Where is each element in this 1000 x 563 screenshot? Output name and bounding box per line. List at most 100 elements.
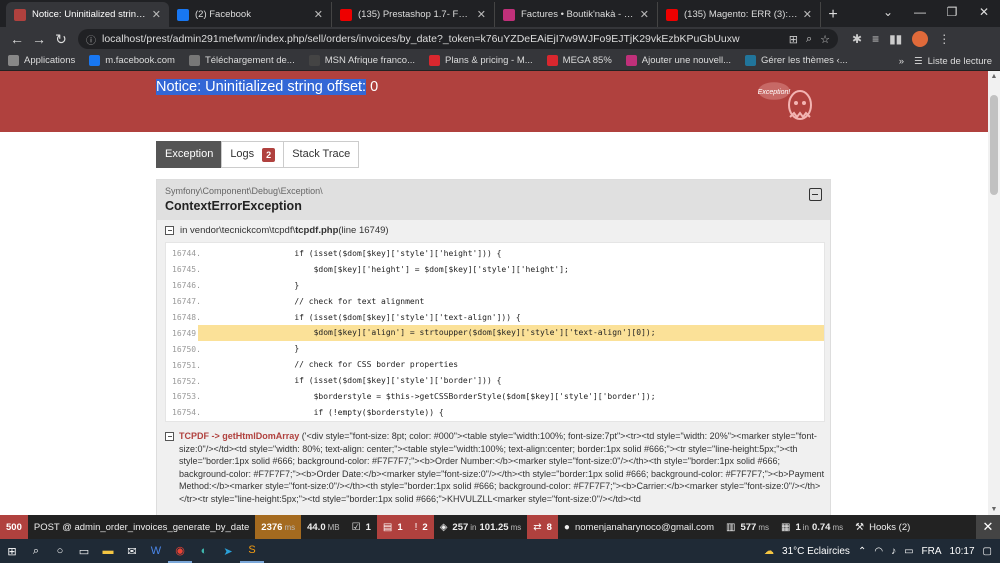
battery-icon[interactable]: ▭: [904, 546, 913, 557]
scroll-up-icon[interactable]: ▲: [988, 73, 1000, 80]
browser-tab[interactable]: Factures • Boutik'nakà - Serv ✕: [495, 2, 658, 27]
close-toolbar-icon[interactable]: ✕: [976, 515, 1000, 539]
bookmark-item[interactable]: Gérer les thèmes ‹...: [745, 55, 848, 66]
logs-count-badge: 2: [262, 147, 276, 162]
bookmark-item[interactable]: Ajouter une nouvell...: [625, 55, 731, 66]
close-tab-icon[interactable]: ✕: [152, 8, 161, 21]
close-tab-icon[interactable]: ✕: [640, 8, 649, 21]
sublime-icon[interactable]: S: [240, 539, 264, 563]
scroll-down-icon[interactable]: ▼: [988, 506, 1000, 513]
back-icon[interactable]: ←: [6, 31, 28, 47]
widgets-icon[interactable]: ▭: [72, 539, 96, 563]
symfony-debug-toolbar: 500 POST @ admin_order_invoices_generate…: [0, 515, 1000, 539]
profile-avatar[interactable]: [912, 31, 929, 47]
status-code[interactable]: 500: [0, 515, 28, 539]
facebook-icon: [89, 55, 101, 66]
menu-icon[interactable]: ⋮: [938, 32, 950, 46]
close-window-icon[interactable]: ✕: [968, 0, 1000, 27]
collapse-trace-entry-icon[interactable]: [165, 432, 174, 441]
bookmark-item[interactable]: Applications: [8, 55, 75, 66]
close-tab-icon[interactable]: ✕: [477, 8, 486, 21]
exception-tabs: Exception Logs 2 Stack Trace: [156, 141, 360, 168]
close-tab-icon[interactable]: ✕: [803, 8, 812, 21]
browser-tab-title: Factures • Boutik'nakà - Serv: [521, 9, 636, 20]
bookmark-item[interactable]: Plans & pricing - M...: [429, 55, 533, 66]
extensions-icon[interactable]: ✱: [852, 32, 862, 46]
trace-file-line: in vendor\tecnickcom\tcpdf\ tcpdf.php (li…: [165, 225, 389, 236]
translate-icon[interactable]: ⊞: [789, 33, 798, 46]
collapse-trace-icon[interactable]: [165, 226, 174, 235]
minimize-icon[interactable]: —: [904, 0, 936, 27]
errors-panel[interactable]: ! 2: [408, 515, 434, 539]
url-field[interactable]: ⓘ localhost/prest/admin291mefwmr/index.p…: [78, 29, 838, 49]
hooks-panel[interactable]: ⚒ Hooks (2): [849, 515, 916, 539]
restore-icon[interactable]: ❐: [936, 0, 968, 27]
windows-start-icon[interactable]: ⊞: [0, 539, 24, 563]
weather-text[interactable]: 31°C Eclaircies: [782, 546, 850, 557]
browser-tab-bar: Notice: Uninitialized string of ✕ (2) Face…: [0, 0, 1000, 27]
telegram-icon[interactable]: ➤: [216, 539, 240, 563]
task-view-icon[interactable]: ○: [48, 539, 72, 563]
close-tab-icon[interactable]: ✕: [314, 8, 323, 21]
browser-tab[interactable]: Notice: Uninitialized string of ✕: [6, 2, 169, 27]
code-line: 16747. // check for text alignment: [166, 294, 824, 310]
database-icon: ▦: [780, 521, 791, 533]
mail-icon[interactable]: ✉: [120, 539, 144, 563]
download-icon: [188, 55, 200, 66]
browser-tab-title: (2) Facebook: [195, 9, 251, 20]
cache-panel[interactable]: ◈ 257 in 101.25 ms: [434, 515, 528, 539]
request-time[interactable]: 2376 ms: [255, 515, 302, 539]
media-icon[interactable]: ≡: [872, 32, 879, 46]
user-panel[interactable]: ● nomenjanaharynoco@gmail.com: [558, 515, 720, 539]
route-info[interactable]: POST @ admin_order_invoices_generate_by_…: [28, 515, 255, 539]
bookmarks-more-icon[interactable]: »: [899, 56, 904, 67]
twig-panel[interactable]: ▥ 577 ms: [720, 515, 775, 539]
wifi-icon[interactable]: ◠: [874, 546, 883, 557]
bookmark-item[interactable]: MEGA 85%: [546, 55, 612, 66]
chrome-icon[interactable]: ◉: [168, 539, 192, 563]
bookmark-item[interactable]: Téléchargement de...: [188, 55, 295, 66]
clock[interactable]: 10:17: [950, 546, 975, 557]
form-errors-panel[interactable]: ▤ 1: [376, 515, 409, 539]
reading-list-link[interactable]: Liste de lecture: [928, 56, 992, 67]
tab-exception[interactable]: Exception: [156, 141, 223, 168]
browser-tab[interactable]: (135) Prestashop 1.7- Facture ✕: [332, 2, 495, 27]
tray-overflow-icon[interactable]: ⌃: [858, 546, 866, 557]
code-line: 16750. }: [166, 341, 824, 357]
memory-usage[interactable]: 44.0 MB: [301, 515, 346, 539]
window-controls: ⌄ — ❐ ✕: [872, 0, 1000, 27]
reload-icon[interactable]: ↻: [50, 31, 72, 48]
bookmark-item[interactable]: m.facebook.com: [89, 55, 175, 66]
tab-logs[interactable]: Logs 2: [221, 141, 285, 168]
browser-tab-title: Notice: Uninitialized string of: [32, 9, 148, 20]
browser-tab[interactable]: (2) Facebook ✕: [169, 2, 332, 27]
bookmark-item[interactable]: MSN Afrique franco...: [308, 55, 415, 66]
search-icon[interactable]: ⌕: [24, 539, 48, 563]
pause-icon[interactable]: ▮▮: [889, 32, 902, 46]
bookmark-star-icon[interactable]: ☆: [820, 33, 830, 46]
forward-icon[interactable]: →: [28, 31, 50, 47]
database-panel[interactable]: ▦ 1 in 0.74 ms: [775, 515, 849, 539]
info-icon[interactable]: ⓘ: [86, 32, 96, 47]
new-tab-button[interactable]: +: [821, 2, 845, 27]
file-explorer-icon[interactable]: ▬: [96, 539, 120, 563]
page-scrollbar[interactable]: ▲ ▼: [988, 71, 1000, 515]
notifications-icon[interactable]: ▢: [983, 546, 992, 557]
collapse-exception-icon[interactable]: [809, 188, 822, 201]
tab-search-icon[interactable]: ⌄: [872, 0, 904, 27]
volume-icon[interactable]: ♪: [891, 546, 896, 557]
edge-icon[interactable]: ◐: [192, 539, 216, 563]
forms-panel[interactable]: ☑ 1: [346, 515, 377, 539]
browser-tab[interactable]: (135) Magento: ERR (3): Notic ✕: [658, 2, 821, 27]
word-icon[interactable]: W: [144, 539, 168, 563]
zoom-icon[interactable]: ⌕: [806, 33, 812, 46]
browser-tab-title: (135) Magento: ERR (3): Notic: [684, 9, 799, 20]
tab-stack-trace[interactable]: Stack Trace: [283, 141, 360, 168]
line-number: 16753.: [172, 392, 201, 402]
translations-panel[interactable]: ⇄ 8: [527, 515, 558, 539]
code-line: 16752. if (isset($dom[$key]['style']['bo…: [166, 373, 824, 389]
scrollbar-thumb[interactable]: [990, 95, 998, 195]
code-line: 16748. if (isset($dom[$key]['style']['te…: [166, 310, 824, 326]
line-number: 16754.: [172, 408, 201, 418]
language-indicator[interactable]: FRA: [922, 546, 942, 557]
